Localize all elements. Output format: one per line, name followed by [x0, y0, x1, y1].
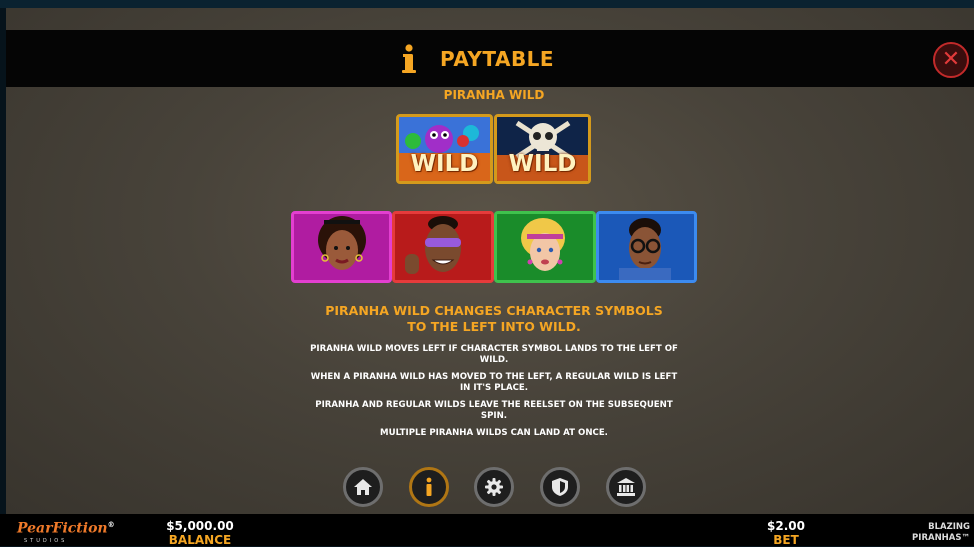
settings-button[interactable] [474, 467, 514, 507]
close-icon: ✕ [941, 47, 961, 72]
bet-label: BET [773, 533, 799, 547]
home-icon [354, 479, 372, 495]
wild-label: WILD [508, 151, 577, 177]
rule-text: PIRANHA AND REGULAR WILDS LEAVE THE REEL… [315, 400, 673, 421]
game-name-line2: PIRANHAS™ [912, 533, 970, 543]
home-button[interactable] [343, 467, 383, 507]
skull-wild-symbol: WILD [494, 114, 591, 184]
section-title: PIRANHA WILD [443, 88, 545, 102]
rules-list: PIRANHA WILD MOVES LEFT IF CHARACTER SYM… [308, 344, 680, 445]
responsible-gaming-button[interactable] [540, 467, 580, 507]
info-icon [399, 44, 419, 74]
top-strip [0, 0, 974, 8]
piranha-wild-symbol: WILD [396, 114, 493, 184]
balance-value: $5,000.00 [166, 519, 234, 533]
rule-text: PIRANHA WILD MOVES LEFT IF CHARACTER SYM… [310, 344, 678, 365]
balance-label: BALANCE [168, 533, 232, 547]
character-green-woman-symbol [494, 211, 596, 283]
bet-value: $2.00 [767, 519, 805, 533]
studio-logo-text: PearFiction [17, 520, 108, 537]
studio-logo: PearFiction® [17, 520, 115, 537]
bank-icon [617, 478, 635, 496]
rule-text: WHEN A PIRANHA WILD HAS MOVED TO THE LEF… [310, 372, 678, 393]
footer-bar [0, 514, 974, 546]
studio-logo-sub: STUDIOS [24, 538, 68, 544]
character-blue-man-symbol [596, 211, 697, 283]
info-icon [426, 477, 432, 496]
character-pink-woman-symbol [291, 211, 392, 283]
studio-logo-mark: ® [107, 520, 115, 529]
rule-text: MULTIPLE PIRANHA WILDS CAN LAND AT ONCE. [380, 428, 608, 438]
bank-button[interactable] [606, 467, 646, 507]
page-title: PAYTABLE [440, 47, 555, 71]
gear-icon [485, 478, 503, 496]
wild-label: WILD [410, 151, 479, 177]
character-red-man-symbol [392, 211, 494, 283]
game-name-line1: BLAZING [928, 522, 970, 532]
info-button[interactable] [409, 467, 449, 507]
feature-headline: PIRANHA WILD CHANGES CHARACTER SYMBOLS T… [325, 303, 663, 334]
game-name: BLAZING PIRANHAS™ [912, 522, 970, 544]
shield-icon [552, 478, 568, 496]
close-button[interactable]: ✕ [933, 42, 969, 78]
